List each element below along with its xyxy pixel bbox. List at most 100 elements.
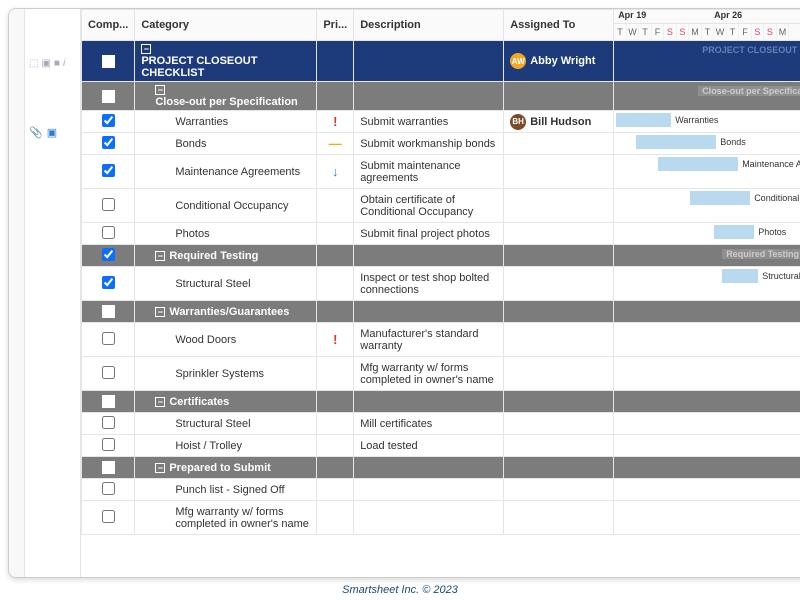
complete-checkbox[interactable] bbox=[102, 248, 115, 261]
description-cell[interactable]: Submit final project photos bbox=[354, 223, 504, 245]
complete-checkbox[interactable] bbox=[102, 276, 115, 289]
description-cell[interactable]: Submit maintenance agreements bbox=[354, 155, 504, 189]
gantt-bar[interactable]: Close-out per Specification bbox=[698, 86, 800, 96]
task-row[interactable]: PhotosSubmit final project photosPhotos bbox=[82, 223, 800, 245]
collapse-toggle[interactable]: − bbox=[155, 463, 165, 473]
assigned-cell[interactable] bbox=[504, 323, 614, 357]
gantt-cell[interactable] bbox=[614, 357, 800, 391]
gantt-cell[interactable] bbox=[614, 457, 800, 479]
gantt-cell[interactable] bbox=[614, 501, 800, 535]
gantt-bar[interactable]: PROJECT CLOSEOUT CHE bbox=[698, 45, 800, 55]
task-row[interactable]: Sprinkler SystemsMfg warranty w/ forms c… bbox=[82, 357, 800, 391]
group-checkbox[interactable] bbox=[102, 90, 115, 103]
attachment-icon[interactable]: 📎 bbox=[29, 126, 43, 139]
gantt-bar[interactable]: Photos bbox=[714, 225, 754, 239]
complete-checkbox[interactable] bbox=[102, 416, 115, 429]
complete-checkbox[interactable] bbox=[102, 198, 115, 211]
task-row[interactable]: Punch list - Signed Off bbox=[82, 479, 800, 501]
assigned-cell[interactable] bbox=[504, 189, 614, 223]
assigned-cell[interactable] bbox=[504, 435, 614, 457]
group-row[interactable]: −Prepared to Submit bbox=[82, 457, 800, 479]
col-header-complete[interactable]: Comp... bbox=[82, 10, 135, 41]
group-row[interactable]: −Close-out per SpecificationClose-out pe… bbox=[82, 82, 800, 111]
task-row[interactable]: Bonds—Submit workmanship bondsBonds bbox=[82, 133, 800, 155]
gantt-cell[interactable]: PROJECT CLOSEOUT CHE bbox=[614, 41, 800, 82]
assigned-cell[interactable] bbox=[504, 267, 614, 301]
assigned-cell[interactable] bbox=[504, 155, 614, 189]
gantt-cell[interactable]: Close-out per Specification bbox=[614, 82, 800, 111]
assigned-cell[interactable] bbox=[504, 223, 614, 245]
complete-checkbox[interactable] bbox=[102, 226, 115, 239]
gantt-cell[interactable]: Bonds bbox=[614, 133, 800, 155]
complete-checkbox[interactable] bbox=[102, 482, 115, 495]
collapse-toggle[interactable]: − bbox=[141, 44, 151, 54]
assigned-cell[interactable] bbox=[504, 133, 614, 155]
description-cell[interactable]: Load tested bbox=[354, 435, 504, 457]
gantt-cell[interactable]: Structural Steel bbox=[614, 267, 800, 301]
assigned-cell[interactable] bbox=[504, 245, 614, 267]
task-row[interactable]: Structural Steel Inspect or test shop bol… bbox=[82, 267, 800, 301]
gantt-bar[interactable]: Bonds bbox=[636, 135, 716, 149]
task-row[interactable]: Maintenance Agreements↓Submit maintenanc… bbox=[82, 155, 800, 189]
group-row[interactable]: −Required TestingRequired Testing bbox=[82, 245, 800, 267]
gantt-cell[interactable] bbox=[614, 479, 800, 501]
complete-checkbox[interactable] bbox=[102, 332, 115, 345]
task-row[interactable]: Structural SteelMill certificates bbox=[82, 413, 800, 435]
gantt-cell[interactable]: Maintenance Agreements bbox=[614, 155, 800, 189]
complete-checkbox[interactable] bbox=[102, 510, 115, 523]
complete-checkbox[interactable] bbox=[102, 366, 115, 379]
description-cell[interactable] bbox=[354, 457, 504, 479]
col-header-description[interactable]: Description bbox=[354, 10, 504, 41]
complete-checkbox[interactable] bbox=[102, 114, 115, 127]
gantt-bar[interactable]: Required Testing bbox=[722, 249, 800, 259]
col-header-category[interactable]: Category bbox=[135, 10, 317, 41]
assigned-cell[interactable] bbox=[504, 413, 614, 435]
gantt-cell[interactable]: Photos bbox=[614, 223, 800, 245]
group-checkbox[interactable] bbox=[102, 55, 115, 68]
description-cell[interactable]: Manufacturer's standard warranty bbox=[354, 323, 504, 357]
project-header-row[interactable]: −PROJECT CLOSEOUT CHECKLISTAWAbby Wright… bbox=[82, 41, 800, 82]
group-row[interactable]: −Certificates bbox=[82, 391, 800, 413]
description-cell[interactable]: Submit workmanship bonds bbox=[354, 133, 504, 155]
gantt-cell[interactable] bbox=[614, 413, 800, 435]
assigned-cell[interactable] bbox=[504, 479, 614, 501]
assigned-cell[interactable] bbox=[504, 301, 614, 323]
collapse-toggle[interactable]: − bbox=[155, 85, 165, 95]
complete-checkbox[interactable] bbox=[102, 164, 115, 177]
group-checkbox[interactable] bbox=[102, 461, 115, 474]
assigned-cell[interactable] bbox=[504, 501, 614, 535]
gantt-cell[interactable] bbox=[614, 391, 800, 413]
assigned-cell[interactable] bbox=[504, 357, 614, 391]
description-cell[interactable] bbox=[354, 479, 504, 501]
description-cell[interactable] bbox=[354, 245, 504, 267]
collapse-toggle[interactable]: − bbox=[155, 251, 165, 261]
gantt-cell[interactable] bbox=[614, 435, 800, 457]
group-row[interactable]: −Warranties/Guarantees bbox=[82, 301, 800, 323]
assigned-cell[interactable] bbox=[504, 82, 614, 111]
group-checkbox[interactable] bbox=[102, 395, 115, 408]
task-row[interactable]: Hoist / TrolleyLoad tested bbox=[82, 435, 800, 457]
complete-checkbox[interactable] bbox=[102, 438, 115, 451]
description-cell[interactable]: Obtain certificate of Conditional Occupa… bbox=[354, 189, 504, 223]
description-cell[interactable]: Mfg warranty w/ forms completed in owner… bbox=[354, 357, 504, 391]
assigned-cell[interactable]: BHBill Hudson bbox=[504, 111, 614, 133]
description-cell[interactable] bbox=[354, 41, 504, 82]
collapse-toggle[interactable]: − bbox=[155, 307, 165, 317]
gantt-bar[interactable]: Warranties bbox=[616, 113, 671, 127]
gantt-cell[interactable] bbox=[614, 323, 800, 357]
assigned-cell[interactable] bbox=[504, 457, 614, 479]
gantt-cell[interactable]: Warranties bbox=[614, 111, 800, 133]
description-cell[interactable]: Submit warranties bbox=[354, 111, 504, 133]
description-cell[interactable] bbox=[354, 501, 504, 535]
group-checkbox[interactable] bbox=[102, 305, 115, 318]
description-cell[interactable]: Inspect or test shop bolted connections bbox=[354, 267, 504, 301]
task-row[interactable]: Warranties!Submit warrantiesBHBill Hudso… bbox=[82, 111, 800, 133]
description-cell[interactable] bbox=[354, 82, 504, 111]
assigned-cell[interactable] bbox=[504, 391, 614, 413]
comment-icon[interactable]: ▣ bbox=[47, 126, 57, 139]
task-row[interactable]: Mfg warranty w/ forms completed in owner… bbox=[82, 501, 800, 535]
task-row[interactable]: Conditional OccupancyObtain certificate … bbox=[82, 189, 800, 223]
task-row[interactable]: Wood Doors!Manufacturer's standard warra… bbox=[82, 323, 800, 357]
complete-checkbox[interactable] bbox=[102, 136, 115, 149]
collapse-toggle[interactable]: − bbox=[155, 397, 165, 407]
